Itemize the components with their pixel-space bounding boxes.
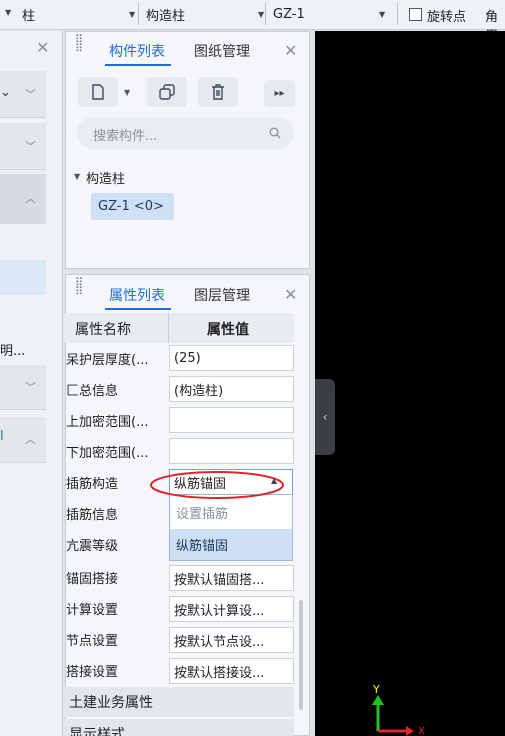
close-icon[interactable]: ✕ [36, 38, 49, 57]
component-select-value: GZ-1 [273, 6, 305, 22]
rotate-point-checkbox[interactable] [409, 8, 422, 21]
component-item-label: GZ-1 <0> [98, 199, 164, 214]
property-name: 匚总信息 [66, 384, 119, 399]
property-name: 亢震等级 [66, 539, 119, 554]
property-value-input[interactable]: (25) [169, 345, 294, 371]
chevron-down-icon: ﹀ [25, 381, 36, 394]
tab-drawing-management[interactable]: 图纸管理 [194, 41, 250, 61]
left-list-item[interactable]: l ︿ [0, 417, 46, 463]
active-tab-indicator [105, 64, 171, 66]
top-toolbar: ▼ 柱 ▼ 构造柱 ▼ GZ-1 ▼ 旋转点 角用 [0, 0, 505, 44]
tree-collapse-icon[interactable]: ▼ [74, 172, 80, 181]
tab-layer-management[interactable]: 图层管理 [194, 285, 250, 305]
drag-handle-icon[interactable]: ⠿ ⠿ [75, 34, 83, 54]
left-list-item-selected[interactable]: ︿ [0, 174, 46, 224]
type-select-value: 构造柱 [146, 8, 186, 24]
drag-handle-icon[interactable]: ⠿ ⠿ [75, 277, 83, 297]
more-button[interactable]: ▸▸ [264, 80, 295, 107]
tab-component-list[interactable]: 构件列表 [109, 41, 165, 61]
close-icon[interactable]: ✕ [284, 285, 297, 304]
chevron-up-icon: ︿ [25, 192, 36, 205]
new-component-button[interactable] [78, 77, 118, 107]
double-chevron-right-icon: ▸▸ [274, 88, 285, 99]
left-list-item-active[interactable] [0, 260, 46, 295]
axis-y-label: Y [373, 683, 380, 696]
collapse-panel-handle[interactable]: ‹ [315, 379, 335, 455]
type-select[interactable]: 构造柱 ▼ [146, 2, 266, 26]
drawing-viewport[interactable] [315, 31, 505, 736]
property-name: 搭接设置 [66, 665, 119, 680]
divider [138, 3, 139, 25]
copy-icon [159, 84, 175, 100]
chevron-down-icon: ﹀ [25, 88, 36, 101]
chevron-left-icon: ‹ [322, 410, 328, 424]
highlight-ellipse [150, 471, 284, 499]
search-placeholder: 搜索构件... [93, 129, 158, 144]
dropdown-option-selected[interactable]: 纵筋锚固 [170, 529, 292, 560]
chevron-up-icon: ︿ [25, 433, 36, 446]
property-value-input[interactable]: (构造柱) [169, 376, 294, 402]
chevron-down-icon: ▼ [379, 10, 386, 19]
column-header-value: 属性值 [207, 322, 249, 338]
new-file-icon [92, 84, 104, 100]
property-value-input[interactable] [169, 438, 294, 464]
property-name: 锚固搭接 [66, 572, 119, 587]
property-value-input[interactable]: 按默认搭接设... [169, 658, 294, 684]
left-list-item[interactable]: ﹀ [0, 365, 46, 410]
left-list-item[interactable]: ⌄ ﹀ [0, 71, 46, 118]
rotate-point-label: 旋转点 [427, 10, 467, 25]
left-list-item[interactable]: ﹀ [0, 123, 46, 170]
axis-x-label: X [418, 726, 425, 736]
chevron-down-icon: ▼ [258, 10, 265, 19]
property-value-input[interactable]: 按默认锚固搭... [169, 565, 294, 591]
category-select-value: 柱 [22, 8, 36, 24]
search-icon [269, 127, 281, 139]
property-name: 上加密范围(... [66, 415, 149, 430]
property-value-input[interactable]: 按默认节点设... [169, 627, 294, 653]
group-header[interactable]: 显示样式 [64, 719, 294, 736]
category-select[interactable]: 柱 ▼ [22, 2, 137, 26]
property-value-input[interactable]: 按默认计算设... [169, 596, 294, 622]
divider [265, 3, 266, 25]
property-name: 计算设置 [66, 603, 119, 618]
divider [397, 3, 398, 25]
chevron-down-icon: ▼ [129, 10, 136, 19]
chevron-down-icon: ﹀ [25, 140, 36, 153]
scrollbar-thumb[interactable] [299, 600, 303, 710]
trash-icon [212, 84, 224, 100]
group-header[interactable]: 土建业务属性 [64, 687, 294, 717]
component-select[interactable]: GZ-1 ▼ [273, 2, 390, 26]
left-panel-text: 明... [0, 344, 26, 359]
left-panel: ✕ ⌄ ﹀ ﹀ ︿ 明... ﹀ l ︿ [0, 31, 63, 736]
chevron-down-icon[interactable]: ▼ [124, 88, 130, 97]
property-value-input[interactable] [169, 407, 294, 433]
property-name: 节点设置 [66, 634, 119, 649]
close-icon[interactable]: ✕ [284, 41, 297, 60]
dropdown-list: 设置插筋 纵筋锚固 [169, 494, 293, 561]
column-header-name: 属性名称 [75, 322, 131, 338]
copy-component-button[interactable] [147, 77, 187, 107]
delete-component-button[interactable] [198, 77, 238, 107]
component-item-selected[interactable]: GZ-1 <0> [91, 193, 174, 220]
search-input[interactable]: 搜索构件... [77, 117, 294, 149]
dropdown-arrow-icon[interactable]: ▼ [5, 8, 11, 17]
tab-property-list[interactable]: 属性列表 [109, 285, 165, 305]
property-name: 呆护层厚度(... [66, 353, 149, 368]
component-list-panel [65, 31, 310, 269]
tree-node-label[interactable]: 构造柱 [86, 168, 125, 187]
property-name: 下加密范围(... [66, 446, 149, 461]
active-tab-indicator [105, 308, 171, 310]
property-name: 插筋信息 [66, 508, 119, 523]
divider [168, 313, 169, 343]
